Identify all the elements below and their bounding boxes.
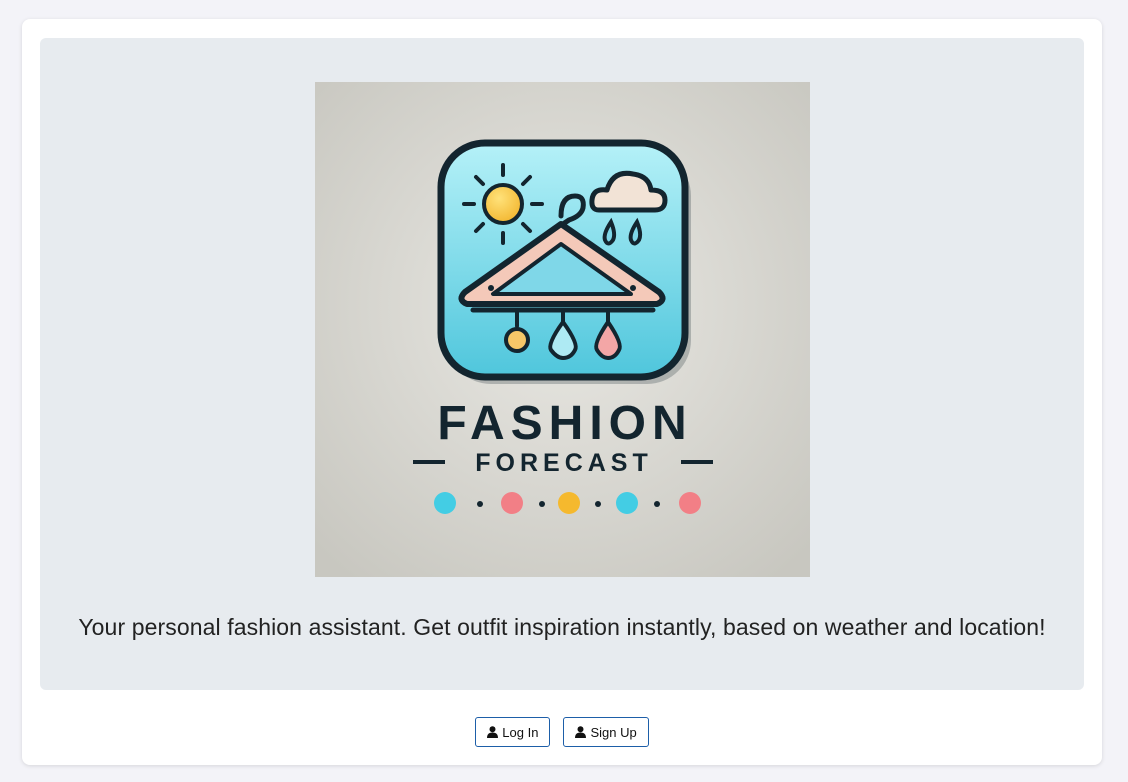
log-in-label: Log In xyxy=(502,724,539,740)
auth-actions: Log In Sign Up xyxy=(0,717,1128,747)
fashion-forecast-logo: FASHION FORECAST xyxy=(315,82,810,577)
logo-title: FASHION xyxy=(437,397,692,450)
logo-subtitle: FORECAST xyxy=(475,449,653,477)
log-in-button[interactable]: Log In xyxy=(475,717,551,747)
user-icon xyxy=(487,726,499,738)
hero-tagline: Your personal fashion assistant. Get out… xyxy=(78,614,1046,640)
user-icon xyxy=(575,726,587,738)
sign-up-label: Sign Up xyxy=(590,724,637,740)
sign-up-button[interactable]: Sign Up xyxy=(563,717,649,747)
sun-icon xyxy=(462,163,544,245)
